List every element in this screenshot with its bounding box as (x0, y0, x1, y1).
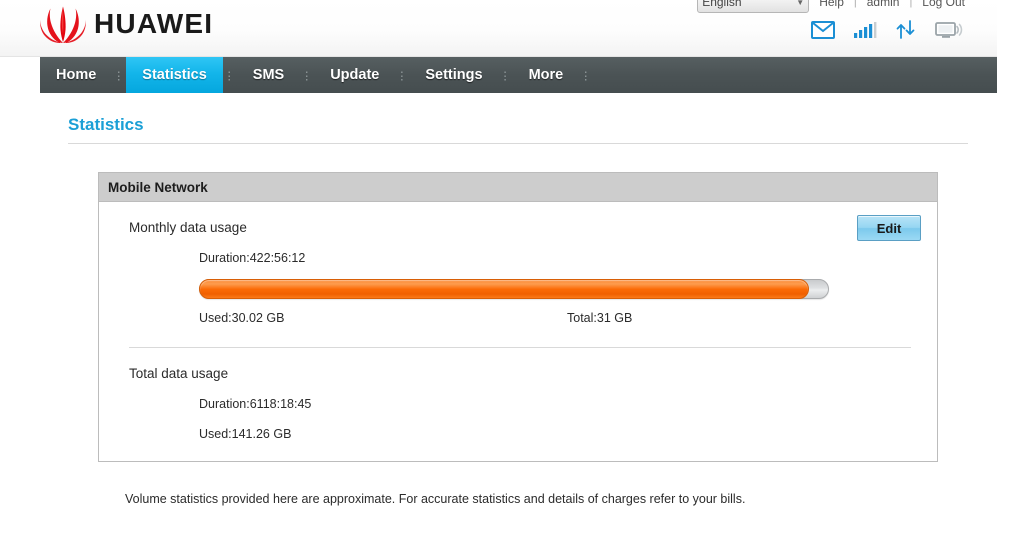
content-area: Statistics Mobile Network Edit Monthly d… (0, 115, 997, 506)
nav-item-statistics[interactable]: Statistics (126, 57, 223, 93)
total-used-value: Used:141.26 GB (199, 427, 292, 441)
progress-fill (199, 279, 809, 299)
top-header: HUAWEI English ▼ Help | admin | Log Out (0, 0, 997, 57)
language-select-value: English (702, 0, 742, 9)
monthly-used-value: Used:30.02 GB (199, 311, 285, 325)
page-title: Statistics (68, 115, 144, 134)
edit-button[interactable]: Edit (857, 215, 921, 241)
status-icon-row (811, 20, 963, 39)
help-link[interactable]: Help (819, 0, 844, 9)
total-duration-value: Duration:6118:18:45 (199, 397, 312, 411)
monthly-total-value: Total:31 GB (567, 311, 633, 325)
total-data-usage-title: Total data usage (129, 366, 229, 381)
nav-separator-3: ⋮ (300, 68, 315, 82)
nav-item-more[interactable]: More (513, 57, 580, 93)
logout-link[interactable]: Log Out (922, 0, 965, 9)
monthly-usage-labels: Used:30.02 GB Total:31 GB (199, 311, 829, 325)
brand-name: HUAWEI (94, 8, 214, 39)
panel-section-divider (129, 347, 911, 348)
nav-separator-4: ⋮ (395, 68, 410, 82)
nav-item-sms[interactable]: SMS (237, 57, 300, 93)
nav-item-update[interactable]: Update (314, 57, 395, 93)
main-navigation: Home ⋮ Statistics ⋮ SMS ⋮ Update ⋮ Setti… (40, 57, 997, 93)
nav-item-home[interactable]: Home (40, 57, 112, 93)
panel-body: Edit Monthly data usage Duration:422:56:… (99, 202, 937, 461)
sms-envelope-icon[interactable] (811, 20, 835, 39)
page-title-rule (68, 143, 968, 144)
monthly-data-usage-title: Monthly data usage (129, 220, 247, 235)
mobile-network-panel: Mobile Network Edit Monthly data usage D… (98, 172, 938, 462)
nav-separator-5: ⋮ (498, 68, 513, 82)
statistics-footnote: Volume statistics provided here are appr… (125, 492, 746, 506)
monthly-duration-value: Duration:422:56:12 (199, 251, 306, 265)
utility-separator-2: | (909, 0, 913, 8)
page-root: HUAWEI English ▼ Help | admin | Log Out (0, 0, 997, 536)
brand-logo[interactable]: HUAWEI (40, 2, 213, 46)
signal-bars-icon[interactable] (853, 21, 877, 39)
monthly-usage-progress-bar (199, 279, 829, 299)
utility-bar: English ▼ Help | admin | Log Out (697, 0, 965, 13)
chevron-down-icon: ▼ (796, 0, 805, 7)
nav-item-settings[interactable]: Settings (409, 57, 498, 93)
nav-separator-6: ⋮ (579, 68, 594, 82)
nav-separator-2: ⋮ (222, 68, 237, 82)
connected-device-icon[interactable] (935, 21, 963, 39)
data-transfer-arrows-icon[interactable] (895, 20, 917, 39)
nav-separator-1: ⋮ (112, 68, 127, 82)
language-select[interactable]: English ▼ (697, 0, 810, 13)
panel-header: Mobile Network (99, 173, 937, 202)
current-user-label[interactable]: admin (867, 0, 900, 9)
huawei-flower-logo-icon (40, 6, 86, 43)
utility-separator-1: | (853, 0, 857, 8)
